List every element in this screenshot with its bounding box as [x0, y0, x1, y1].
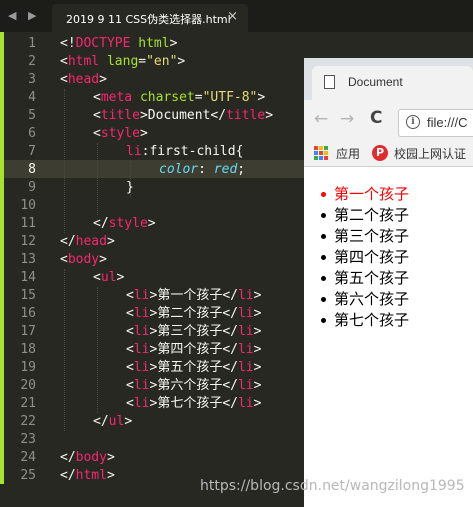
- code-line-25: </html>: [60, 468, 115, 483]
- back-arrow-icon[interactable]: ←: [314, 109, 328, 129]
- browser-window: Document ← → C i file:///C 应用 P 校园上网认证 第…: [304, 58, 473, 507]
- editor-tab-bar: ◀ ▶ 2019 9 11 CSS伪类选择器.html ×: [0, 0, 473, 32]
- line-number: 24: [20, 450, 36, 465]
- code-line-11: </style>: [93, 216, 156, 231]
- line-number: 14: [20, 270, 36, 285]
- code-line-13: <body>: [60, 252, 107, 267]
- code-line-16: <li>第二个孩子</li>: [126, 306, 262, 321]
- apps-grid-icon[interactable]: [314, 146, 328, 160]
- code-line-7: li:first-child{: [126, 144, 244, 159]
- line-number: 12: [20, 234, 36, 249]
- code-line-18: <li>第四个孩子</li>: [126, 342, 262, 357]
- line-number: 23: [20, 432, 36, 447]
- line-number: 13: [20, 252, 36, 267]
- indent-guide: [64, 89, 65, 233]
- code-line-22: </ul>: [93, 414, 133, 429]
- line-number: 22: [20, 414, 36, 429]
- bookmark-badge-icon: P: [372, 145, 388, 161]
- line-number: 10: [20, 198, 36, 213]
- browser-toolbar: ← → C i file:///C: [304, 100, 473, 140]
- line-number: 18: [20, 342, 36, 357]
- list-item: 第三个孩子: [320, 227, 410, 245]
- code-line-8: color: red;: [159, 162, 246, 177]
- line-number: 11: [20, 216, 36, 231]
- forward-arrow-icon[interactable]: →: [340, 109, 354, 129]
- editor-tab[interactable]: 2019 9 11 CSS伪类选择器.html ×: [52, 4, 248, 32]
- browser-tab[interactable]: Document: [312, 66, 473, 100]
- list-item: 第六个孩子: [320, 290, 410, 308]
- line-number: 2: [28, 54, 36, 69]
- code-line-14: <ul>: [93, 270, 125, 285]
- line-number: 7: [28, 144, 36, 159]
- line-number: 19: [20, 360, 36, 375]
- indent-guide: [97, 287, 98, 413]
- line-number: 3: [28, 72, 36, 87]
- code-line-20: <li>第六个孩子</li>: [126, 378, 262, 393]
- watermark: https://blog.csdn.net/wangzilong1995: [200, 478, 465, 494]
- indent-guide: [64, 269, 65, 431]
- editor-tab-title: 2019 9 11 CSS伪类选择器.html: [66, 13, 231, 26]
- info-icon[interactable]: i: [406, 115, 420, 129]
- list-item: 第四个孩子: [320, 248, 410, 266]
- browser-tab-strip: Document: [304, 58, 473, 100]
- line-number: 20: [20, 378, 36, 393]
- bookmarks-bar: 应用 P 校园上网认证: [304, 140, 473, 167]
- line-number: 21: [20, 396, 36, 411]
- bookmark-apps[interactable]: 应用: [336, 145, 360, 162]
- line-number: 15: [20, 288, 36, 303]
- line-number: 6: [28, 126, 36, 141]
- indent-guide: [97, 143, 98, 215]
- tab-nav-arrows-icon[interactable]: ◀ ▶: [8, 9, 40, 22]
- line-number: 17: [20, 324, 36, 339]
- line-number: 9: [28, 180, 36, 195]
- line-number: 16: [20, 306, 36, 321]
- code-line-15: <li>第一个孩子</li>: [126, 288, 262, 303]
- code-line-5: <title>Document</title>: [93, 108, 274, 123]
- code-line-12: </head>: [60, 234, 115, 249]
- list-item: 第一个孩子: [320, 185, 410, 203]
- browser-tab-title: Document: [348, 75, 403, 89]
- line-number: 4: [28, 90, 36, 105]
- address-bar[interactable]: i file:///C: [398, 109, 473, 137]
- list: 第一个孩子第二个孩子第三个孩子第四个孩子第五个孩子第六个孩子第七个孩子: [320, 184, 410, 331]
- close-icon[interactable]: ×: [227, 9, 238, 24]
- list-item: 第二个孩子: [320, 206, 410, 224]
- line-number: 25: [20, 468, 36, 483]
- url-text: file:///C: [427, 115, 468, 130]
- code-line-17: <li>第三个孩子</li>: [126, 324, 262, 339]
- code-line-19: <li>第五个孩子</li>: [126, 360, 262, 375]
- document-icon: [324, 75, 335, 89]
- line-number: 8: [28, 162, 36, 177]
- list-item: 第五个孩子: [320, 269, 410, 287]
- code-line-1: <!DOCTYPE html>: [60, 36, 178, 51]
- code-line-9: }: [126, 180, 134, 195]
- code-line-2: <html lang="en">: [60, 54, 186, 69]
- code-line-3: <head>: [60, 72, 107, 87]
- code-line-4: <meta charset="UTF-8">: [93, 90, 266, 105]
- reload-icon[interactable]: C: [370, 108, 382, 128]
- code-line-24: </body>: [60, 450, 115, 465]
- list-item: 第七个孩子: [320, 311, 410, 329]
- bookmark-campus-login[interactable]: 校园上网认证: [394, 145, 466, 162]
- current-line-highlight: [0, 160, 304, 178]
- line-number: 1: [28, 36, 36, 51]
- code-line-21: <li>第七个孩子</li>: [126, 396, 262, 411]
- line-number: 5: [28, 108, 36, 123]
- code-line-6: <style>: [93, 126, 148, 141]
